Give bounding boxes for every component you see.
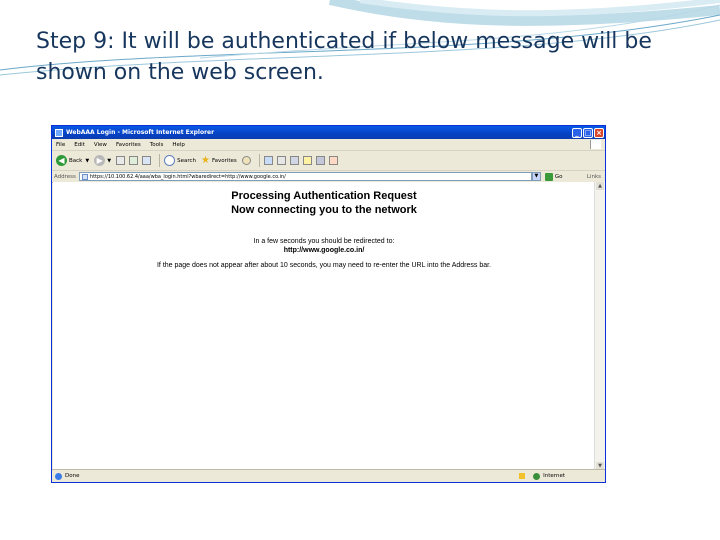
- search-icon: [164, 155, 176, 166]
- search-button[interactable]: Search: [164, 155, 196, 166]
- favorites-label: Favorites: [211, 157, 237, 164]
- ie-icon: [55, 128, 63, 137]
- history-icon[interactable]: [241, 156, 251, 165]
- print-icon[interactable]: [289, 156, 299, 165]
- home-icon[interactable]: [142, 156, 152, 165]
- browser-window: WebAAA Login - Microsoft Internet Explor…: [51, 125, 606, 483]
- internet-zone-icon: [533, 472, 541, 480]
- redirect-url: http://www.google.co.in/: [283, 247, 365, 254]
- page-content: Processing Authentication Request Now co…: [53, 182, 595, 470]
- redirect-text: In a few seconds you should be redirecte…: [253, 238, 395, 245]
- status-bar: Done Internet: [52, 469, 605, 482]
- redirect-note: If the page does not appear after about …: [156, 262, 491, 269]
- folder-icon[interactable]: [302, 156, 312, 165]
- menu-view[interactable]: View: [94, 142, 107, 148]
- favorites-button[interactable]: ★ Favorites: [201, 155, 237, 166]
- forward-dropdown-icon[interactable]: ▼: [107, 158, 111, 164]
- menu-edit[interactable]: Edit: [74, 142, 85, 148]
- back-label: Back: [69, 157, 83, 164]
- forward-arrow-icon: ▶: [94, 155, 106, 166]
- stop-icon[interactable]: [116, 156, 126, 165]
- maximize-button[interactable]: □: [583, 127, 593, 138]
- windows-logo-icon: [590, 140, 601, 149]
- toolbar-separator: [159, 154, 161, 167]
- menu-bar: File Edit View Favorites Tools Help: [52, 139, 605, 151]
- go-arrow-icon: [544, 172, 553, 181]
- back-arrow-icon: ◀: [56, 155, 67, 166]
- back-button[interactable]: ◀ Back ▼: [56, 155, 89, 166]
- scroll-up-icon[interactable]: ▲: [596, 182, 604, 190]
- address-label: Address: [54, 173, 76, 180]
- star-icon: ★: [200, 155, 210, 166]
- media-icon[interactable]: [263, 156, 273, 165]
- mail-icon[interactable]: [276, 156, 286, 165]
- forward-button[interactable]: ▶ ▼: [94, 155, 111, 166]
- go-button[interactable]: Go: [544, 172, 563, 181]
- window-title: WebAAA Login - Microsoft Internet Explor…: [66, 129, 215, 136]
- zone-label: Internet: [543, 473, 565, 479]
- menu-tools[interactable]: Tools: [150, 142, 164, 148]
- address-dropdown-button[interactable]: ▼: [531, 172, 541, 181]
- minimize-button[interactable]: _: [572, 127, 582, 138]
- slide-title: Step 9: It will be authenticated if belo…: [36, 29, 652, 85]
- links-button[interactable]: Links: [587, 174, 601, 180]
- search-label: Search: [177, 157, 196, 164]
- go-label: Go: [554, 173, 563, 180]
- address-input[interactable]: https://10.100.62.4/aaa/wba_login.html?w…: [78, 172, 532, 181]
- refresh-icon[interactable]: [129, 156, 139, 165]
- close-button[interactable]: ×: [594, 127, 604, 138]
- vertical-scrollbar[interactable]: ▲ ▼: [594, 182, 605, 470]
- window-titlebar[interactable]: WebAAA Login - Microsoft Internet Explor…: [52, 126, 605, 139]
- page-icon: [81, 173, 88, 180]
- toolbar-separator: [258, 154, 260, 167]
- toolbar: ◀ Back ▼ ▶ ▼ Search ★ Favorites: [52, 151, 605, 171]
- back-dropdown-icon[interactable]: ▼: [85, 158, 89, 164]
- status-text: Done: [65, 473, 80, 479]
- address-url: https://10.100.62.4/aaa/wba_login.html?w…: [89, 173, 286, 180]
- research-icon[interactable]: [328, 156, 338, 165]
- menu-help[interactable]: Help: [172, 142, 185, 148]
- auth-heading-line2: Now connecting you to the network: [231, 204, 417, 216]
- lock-icon: [519, 473, 526, 479]
- menu-file[interactable]: File: [56, 142, 65, 148]
- page-done-icon: [55, 472, 62, 480]
- messenger-icon[interactable]: [315, 156, 325, 165]
- menu-favorites[interactable]: Favorites: [116, 142, 141, 148]
- auth-heading-line1: Processing Authentication Request: [231, 190, 417, 202]
